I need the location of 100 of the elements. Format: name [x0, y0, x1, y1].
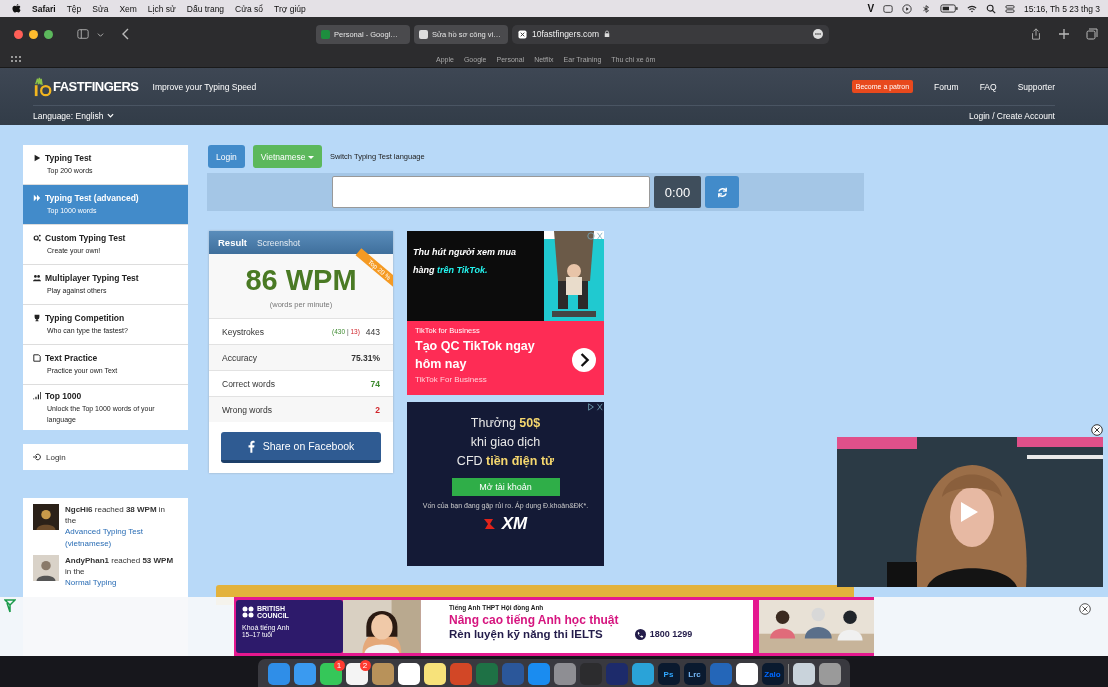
minimize-window-button[interactable] — [29, 29, 38, 39]
play-icon[interactable] — [902, 3, 913, 14]
ad-sponsor: TikTok For Business — [415, 375, 488, 385]
ad-headline: Thu hút người xem mua hàng trên TikTok. — [413, 247, 516, 275]
tabs-overview-icon[interactable] — [1086, 28, 1098, 40]
grid-icon[interactable] — [11, 56, 21, 62]
app-icon[interactable]: Lrc — [683, 663, 706, 685]
share-icon[interactable] — [1030, 28, 1042, 40]
apple-icon[interactable] — [12, 3, 21, 14]
refresh-icon — [715, 185, 729, 199]
stat-value: 443 — [365, 326, 380, 337]
menu-item[interactable]: Trợ giúp — [274, 3, 306, 14]
app-icon[interactable]: 2 — [345, 663, 368, 685]
nav-link[interactable]: Forum — [934, 81, 959, 92]
chevron-down-icon[interactable] — [97, 30, 104, 38]
app-icon[interactable]: Ps — [657, 663, 680, 685]
sign-in-icon — [33, 453, 41, 461]
feedback-icon[interactable] — [4, 599, 16, 613]
address-bar[interactable]: 10fastfingers.com — [512, 24, 829, 44]
stat-label: Wrong words — [222, 404, 272, 415]
stat-label: Correct words — [222, 378, 275, 389]
close-window-button[interactable] — [14, 29, 23, 39]
notification-badge: 1 — [333, 660, 345, 671]
result-tab[interactable]: Result — [218, 237, 248, 248]
menu-item-icon — [33, 392, 41, 400]
share-facebook-button[interactable]: Share on Facebook — [221, 432, 381, 463]
nav-link[interactable]: FAQ — [979, 81, 997, 92]
sidebar-icon[interactable] — [77, 28, 89, 40]
search-icon[interactable] — [986, 3, 997, 14]
menu-item-title: Top 1000 — [45, 391, 82, 401]
clock[interactable]: 15:16, Th 5 23 thg 3 — [1024, 3, 1100, 14]
menu-item-title: Text Practice — [45, 353, 98, 364]
more-icon[interactable] — [813, 29, 823, 39]
ad-title: Tạo QC TikTok ngay hôm nay — [415, 338, 536, 374]
stat-label: Keystrokes — [222, 326, 265, 337]
menu-item-title: Typing Test (advanced) — [45, 193, 139, 204]
app-icon[interactable]: 1 — [319, 663, 342, 685]
activity-text: AndyPhan1 reached 53 WPM in the Normal Typing — [65, 554, 178, 589]
close-icon[interactable] — [1079, 603, 1091, 615]
menu-item[interactable]: Cửa sổ — [235, 3, 263, 14]
stat-label: Accuracy — [222, 352, 257, 363]
plus-icon[interactable] — [1058, 28, 1070, 40]
next-icon[interactable] — [572, 348, 596, 372]
address-text: 10fastfingers.com — [532, 29, 600, 39]
test-link[interactable]: Normal Typing — [65, 577, 178, 589]
menu-item-icon — [33, 354, 41, 363]
facebook-icon — [247, 439, 255, 453]
menu-item-title: Custom Typing Test — [45, 233, 126, 244]
menu-item[interactable]: Sửa — [92, 3, 109, 14]
login-button[interactable]: Login — [208, 145, 245, 168]
reload-button[interactable] — [705, 176, 739, 208]
maximize-window-button[interactable] — [44, 29, 53, 39]
wifi-icon[interactable] — [967, 3, 978, 14]
logo-icon — [242, 606, 254, 618]
menu-item-title: Typing Competition — [45, 313, 125, 324]
login-item[interactable]: Login — [23, 444, 188, 470]
app-icon[interactable] — [792, 663, 815, 685]
battery-icon[interactable] — [940, 4, 959, 13]
timer: 0:00 — [654, 176, 701, 208]
language-menu[interactable]: Language: English — [33, 110, 104, 121]
nav-link[interactable]: Supporter — [1017, 81, 1055, 92]
app-icon[interactable] — [397, 663, 420, 685]
stat-value: 2 — [375, 404, 380, 415]
ad-headline: Rèn luyện kỹ năng thi IELTS — [448, 628, 603, 640]
status-menu-item[interactable]: V — [867, 3, 875, 14]
ad-choices-icon[interactable] — [587, 403, 603, 411]
app-icon[interactable] — [423, 663, 446, 685]
menu-item-icon — [33, 194, 41, 203]
ad-logo: XM — [501, 513, 528, 534]
ad-headline: Thưởng 50$ — [470, 415, 541, 432]
menu-item[interactable]: Tệp — [66, 3, 82, 14]
ad-headline: Nâng cao tiếng Anh học thuật — [448, 613, 620, 627]
logo-text[interactable]: FASTFINGERS — [53, 79, 139, 94]
app-menu[interactable]: Safari — [32, 3, 56, 14]
bluetooth-icon[interactable] — [921, 3, 932, 14]
app-icon[interactable]: Zalo — [761, 663, 784, 685]
wpm-score: 86 WPM — [245, 263, 357, 297]
avatar — [33, 504, 59, 530]
window-icon[interactable] — [883, 3, 894, 14]
login-link[interactable]: Login / Create Account — [969, 110, 1055, 121]
menu-item[interactable]: Xem — [119, 3, 137, 14]
menu-item-title: Multiplayer Typing Test — [45, 273, 139, 284]
activity-text: NgcHi6 reached 38 WPM in the Advanced Typing Test (vietnamese) — [65, 504, 178, 549]
login-label: Login — [46, 452, 66, 462]
control-center-icon[interactable] — [1005, 3, 1016, 14]
menu-item[interactable]: Lịch sử — [147, 3, 176, 14]
menu-item-icon — [33, 314, 41, 323]
result-tab[interactable]: Screenshot — [257, 237, 301, 248]
menu-item-icon — [33, 274, 41, 283]
close-icon[interactable] — [1091, 424, 1103, 436]
menu-item[interactable]: Dấu trang — [186, 3, 225, 14]
stat-value: 75.31% — [351, 352, 380, 363]
logo-icon[interactable] — [33, 75, 53, 98]
ad-headline: CFD tiền điện tử — [456, 452, 555, 470]
chevron-down-icon[interactable] — [107, 112, 115, 119]
test-link[interactable]: Advanced Typing Test (vietnamese) — [65, 526, 178, 549]
typing-input[interactable] — [332, 176, 650, 208]
ad-choices-icon[interactable] — [587, 232, 603, 240]
tagline: Improve your Typing Speed — [152, 81, 257, 92]
app-icon[interactable] — [735, 663, 758, 685]
